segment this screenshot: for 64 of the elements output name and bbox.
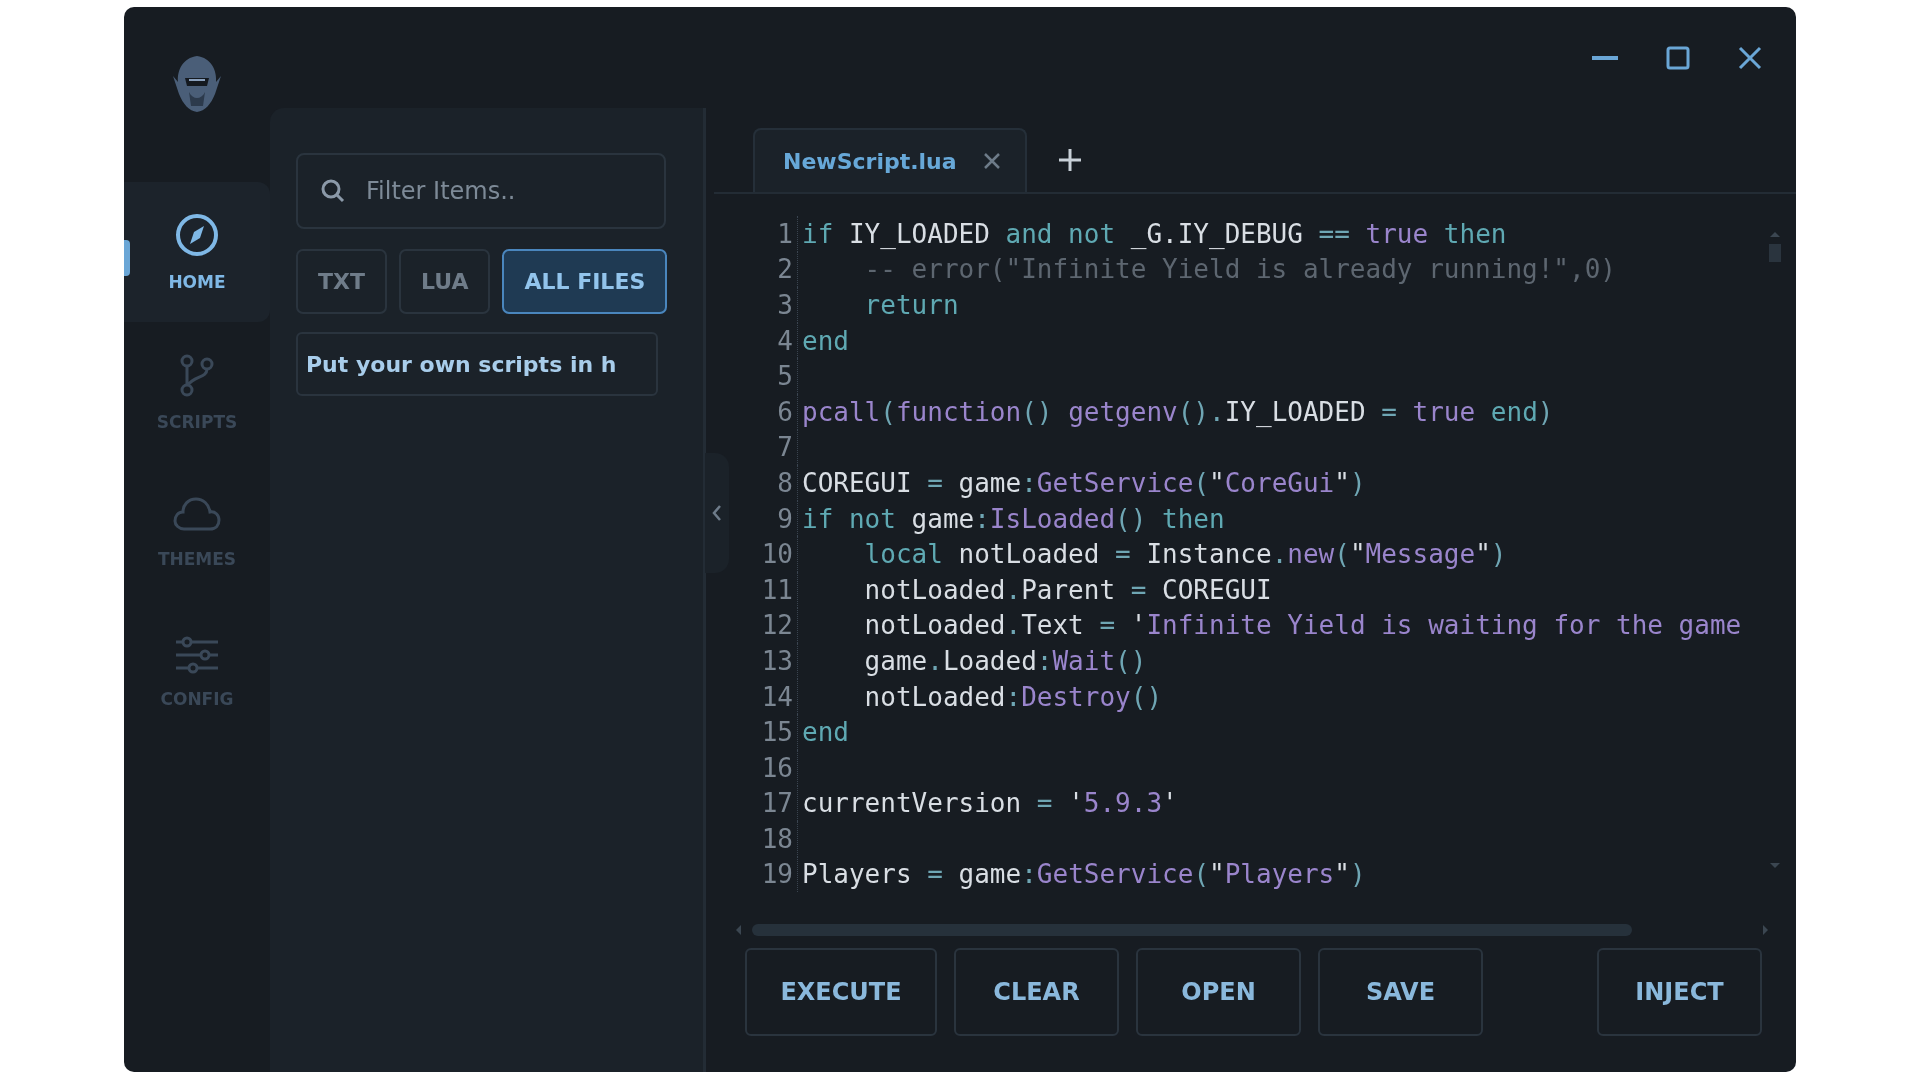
action-button[interactable]: INJECT (1597, 948, 1762, 1036)
line-number: 16 (736, 749, 798, 786)
filter-field[interactable]: Filter Items.. (296, 153, 666, 229)
code-line: end (801, 717, 849, 748)
code-line: notLoaded:Destroy() (863, 681, 1163, 712)
code-line: Players = game:GetService("Players") (801, 859, 1366, 890)
scrollbar-thumb[interactable] (752, 924, 1632, 936)
line-number: 14 (736, 678, 798, 715)
line-number: 18 (736, 821, 798, 857)
sliders-icon (173, 635, 221, 675)
line-number: 8 (736, 465, 798, 501)
code-line: end (801, 325, 849, 356)
code-line: COREGUI = game:GetService("CoreGui") (801, 467, 1366, 498)
line-number: 6 (736, 393, 798, 430)
minimize-icon (1592, 55, 1618, 60)
line-number: 19 (736, 856, 798, 893)
scroll-down-arrow-icon[interactable] (1769, 862, 1781, 870)
line-number: 12 (736, 607, 798, 644)
code-line: notLoaded.Text = 'Infinite Yield is waiting for the game (863, 610, 1742, 641)
action-button[interactable]: OPEN (1136, 948, 1301, 1036)
line-number: 3 (736, 287, 798, 323)
line-number: 10 (736, 536, 798, 572)
close-icon[interactable] (982, 152, 1001, 170)
scroll-up-arrow-icon[interactable] (1769, 230, 1781, 238)
line-number: 9 (736, 500, 798, 537)
action-button[interactable]: EXECUTE (745, 948, 937, 1036)
scroll-left-arrow-icon[interactable] (734, 924, 742, 936)
line-number: 5 (736, 358, 798, 394)
script-item[interactable]: Put your own scripts in h (296, 332, 658, 396)
filter-tab[interactable]: LUA (399, 249, 491, 314)
search-icon (320, 178, 346, 204)
code-line: local notLoaded = Instance.new("Message") (863, 539, 1507, 570)
code-line: currentVersion = '5.9.3' (801, 788, 1178, 819)
action-button[interactable]: CLEAR (954, 948, 1119, 1036)
code-line: pcall(function() getgenv().IY_LOADED = true end) (801, 396, 1554, 427)
line-number: 11 (736, 571, 798, 608)
filter-tab[interactable]: TXT (296, 249, 387, 314)
maximize-icon (1666, 45, 1690, 70)
nav-item[interactable]: HOME (124, 182, 270, 322)
file-tab[interactable]: NewScript.lua (753, 128, 1027, 192)
active-indicator (124, 240, 130, 276)
tab-label[interactable]: NewScript.lua (783, 148, 957, 174)
code-line: notLoaded.Parent = COREGUI (863, 574, 1272, 605)
code-line: if IY_LOADED and not _G.IY_DEBUG == true then (801, 218, 1507, 249)
scroll-right-arrow-icon[interactable] (1762, 924, 1770, 936)
code-line: game.Loaded:Wait() (863, 645, 1147, 676)
line-number: 1 (736, 216, 798, 252)
chevron-left-icon (711, 503, 723, 523)
add-tab-icon[interactable] (1056, 147, 1083, 173)
action-button[interactable]: SAVE (1318, 948, 1483, 1036)
line-number: 17 (736, 785, 798, 822)
close-icon (1738, 45, 1762, 70)
code-line: -- error("Infinite Yield is already running!",0) (863, 254, 1616, 285)
code-line: return (863, 290, 959, 320)
line-number: 7 (736, 429, 798, 466)
line-number: 15 (736, 714, 798, 750)
scrollbar-thumb[interactable] (1769, 244, 1781, 262)
compass-icon (174, 212, 220, 258)
filter-tab[interactable]: ALL FILES (502, 249, 668, 314)
line-number: 4 (736, 322, 798, 359)
collapse-handle[interactable] (705, 453, 729, 573)
line-number: 13 (736, 643, 798, 679)
code-line: if not game:IsLoaded() then (801, 503, 1225, 534)
line-number: 2 (736, 251, 798, 288)
